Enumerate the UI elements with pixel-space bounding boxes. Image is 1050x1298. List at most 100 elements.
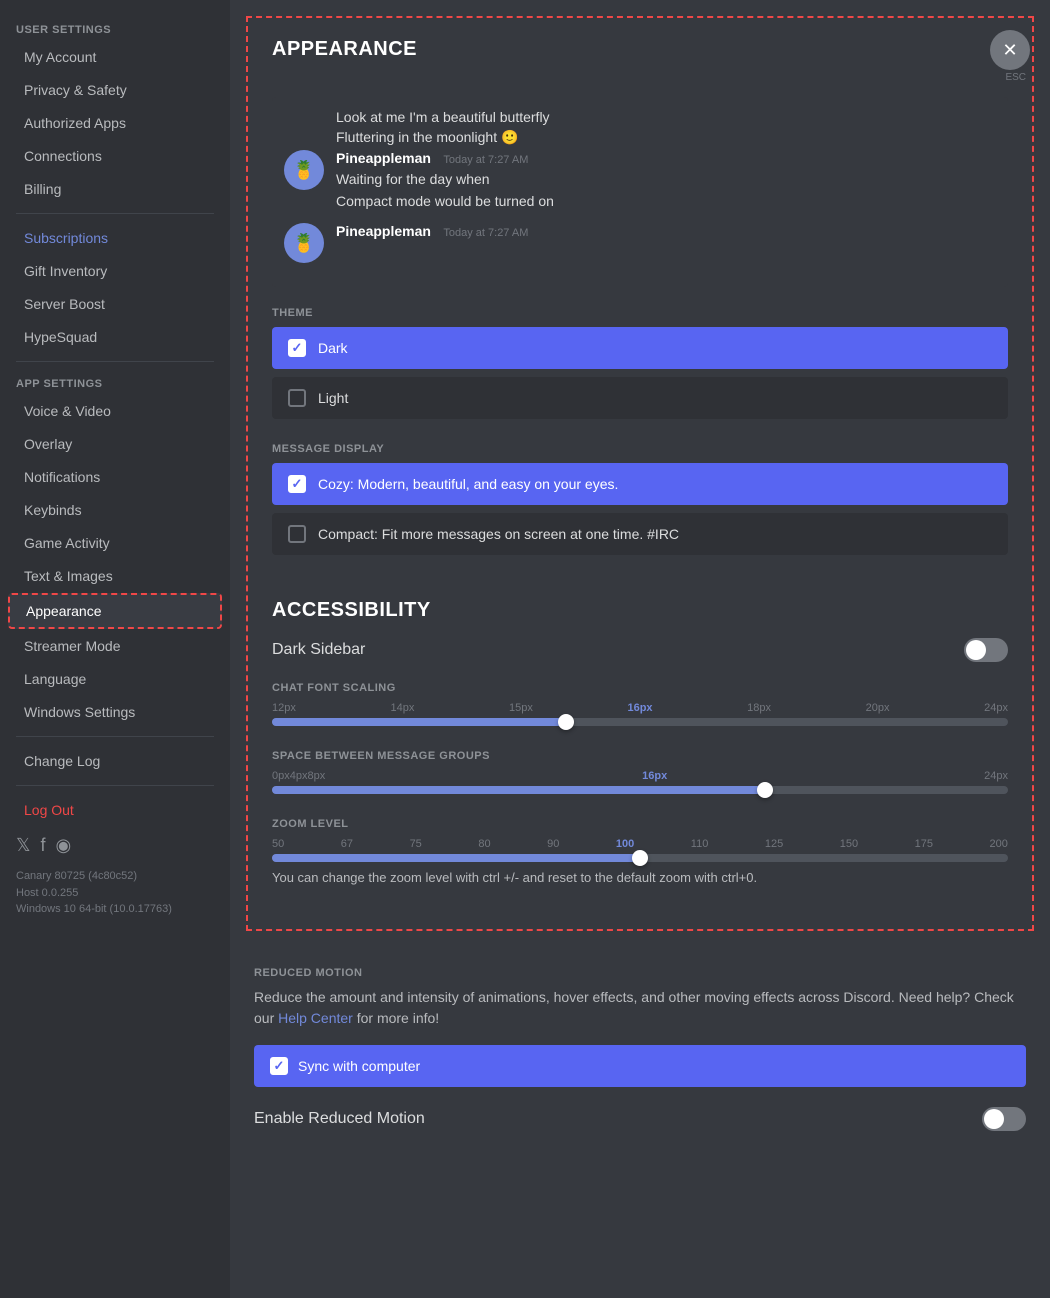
message-text-continuation-1: Look at me I'm a beautiful butterfly [284,109,996,125]
sidebar-item-language[interactable]: Language [8,663,222,695]
sidebar-divider-3 [16,736,214,737]
dark-sidebar-toggle-knob [966,640,986,660]
space-between-slider-fill [272,786,765,794]
space-between-label: SPACE BETWEEN MESSAGE GROUPS [272,750,1008,762]
enable-reduced-motion-row: Enable Reduced Motion [254,1107,1026,1131]
sidebar-item-gift-inventory[interactable]: Gift Inventory [8,255,222,287]
instagram-icon[interactable]: ◉ [56,835,72,856]
zoom-ticks-labels: 50 67 75 80 90 100 110 125 150 175 200 [272,838,1008,850]
theme-light-label: Light [318,390,348,406]
display-cozy[interactable]: Cozy: Modern, beautiful, and easy on you… [272,463,1008,505]
display-options: Cozy: Modern, beautiful, and easy on you… [272,463,1008,555]
display-cozy-label: Cozy: Modern, beautiful, and easy on you… [318,476,618,492]
message-display-label: MESSAGE DISPLAY [272,443,1008,455]
sidebar-item-server-boost[interactable]: Server Boost [8,288,222,320]
theme-dark-checkbox [288,339,306,357]
space-between-section: SPACE BETWEEN MESSAGE GROUPS 0px 4px 8px… [272,750,1008,794]
sidebar-item-log-out[interactable]: Log Out [8,794,222,826]
esc-button[interactable]: ✕ [990,30,1030,70]
sidebar-item-game-activity[interactable]: Game Activity [8,527,222,559]
reduced-motion-desc: Reduce the amount and intensity of anima… [254,987,1026,1029]
theme-light-checkbox [288,389,306,407]
chat-font-slider-thumb[interactable] [558,714,574,730]
sidebar-item-change-log[interactable]: Change Log [8,745,222,777]
version-info: Canary 80725 (4c80c52) Host 0.0.255 Wind… [0,864,230,922]
esc-label: ESC [1005,72,1026,83]
message-author-1: Pineappleman [336,150,431,166]
sidebar-item-streamer-mode[interactable]: Streamer Mode [8,630,222,662]
avatar-1: 🍍 [284,150,324,190]
main-content: ✕ ESC APPEARANCE Look at me I'm a beauti… [230,0,1050,1298]
message-timestamp-1: Today at 7:27 AM [443,154,528,166]
sidebar-item-appearance[interactable]: Appearance [8,593,222,629]
sidebar-item-connections[interactable]: Connections [8,140,222,172]
chat-font-label: CHAT FONT SCALING [272,682,1008,694]
message-author-2: Pineappleman [336,223,431,239]
sync-checkbox [270,1057,288,1075]
enable-reduced-toggle[interactable] [982,1107,1026,1131]
sidebar-item-privacy-safety[interactable]: Privacy & Safety [8,74,222,106]
appearance-highlighted-section: APPEARANCE Look at me I'm a beautiful bu… [246,16,1034,931]
display-compact[interactable]: Compact: Fit more messages on screen at … [272,513,1008,555]
sync-label: Sync with computer [298,1058,420,1074]
message-item-2: 🍍 Pineappleman Today at 7:27 AM [284,223,996,263]
zoom-slider-track[interactable] [272,854,1008,862]
message-text-1b: Compact mode would be turned on [336,192,996,212]
theme-dark-label: Dark [318,340,348,356]
sidebar: USER SETTINGS My Account Privacy & Safet… [0,0,230,1298]
space-between-ticks-labels: 0px 4px 8px 16px 24px [272,770,1008,782]
theme-label: THEME [272,307,1008,319]
reduced-motion-section: REDUCED MOTION Reduce the amount and int… [230,947,1050,1151]
theme-light[interactable]: Light [272,377,1008,419]
sidebar-item-notifications[interactable]: Notifications [8,461,222,493]
sidebar-item-hypesquad[interactable]: HypeSquad [8,321,222,353]
zoom-hint: You can change the zoom level with ctrl … [272,870,1008,885]
zoom-slider-fill [272,854,640,862]
accessibility-heading: ACCESSIBILITY [272,599,1008,622]
enable-reduced-label: Enable Reduced Motion [254,1110,425,1128]
chat-font-scaling-section: CHAT FONT SCALING 12px 14px 15px 16px 18… [272,682,1008,726]
message-timestamp-2: Today at 7:27 AM [443,227,528,239]
message-preview: Look at me I'm a beautiful butterfly Flu… [272,97,1008,287]
avatar-2: 🍍 [284,223,324,263]
display-cozy-checkbox [288,475,306,493]
message-content-1: Pineappleman Today at 7:27 AM Waiting fo… [336,150,996,211]
space-between-slider-track[interactable] [272,786,1008,794]
zoom-slider-thumb[interactable] [632,850,648,866]
message-text-1: Waiting for the day when [336,170,996,190]
social-links: 𝕏 f ◉ [0,827,230,864]
message-content-2: Pineappleman Today at 7:27 AM [336,223,996,263]
app-settings-label: APP SETTINGS [0,370,230,394]
sidebar-item-keybinds[interactable]: Keybinds [8,494,222,526]
message-preview-area: Look at me I'm a beautiful butterfly Flu… [248,77,1032,599]
facebook-icon[interactable]: f [41,835,46,856]
help-center-link[interactable]: Help Center [278,1010,353,1026]
sidebar-item-billing[interactable]: Billing [8,173,222,205]
chat-font-slider-fill [272,718,566,726]
sidebar-item-voice-video[interactable]: Voice & Video [8,395,222,427]
appearance-heading: APPEARANCE [248,18,1032,77]
sidebar-item-subscriptions[interactable]: Subscriptions [8,222,222,254]
message-text-continuation-2: Fluttering in the moonlight 🙂 [284,129,996,146]
zoom-level-label: ZOOM LEVEL [272,818,1008,830]
sidebar-item-my-account[interactable]: My Account [8,41,222,73]
theme-dark[interactable]: Dark [272,327,1008,369]
sidebar-item-text-images[interactable]: Text & Images [8,560,222,592]
twitter-icon[interactable]: 𝕏 [16,835,31,856]
sidebar-item-windows-settings[interactable]: Windows Settings [8,696,222,728]
space-between-slider-thumb[interactable] [757,782,773,798]
reduced-motion-heading: REDUCED MOTION [254,967,1026,979]
sidebar-item-overlay[interactable]: Overlay [8,428,222,460]
dark-sidebar-label: Dark Sidebar [272,641,365,659]
user-settings-label: USER SETTINGS [0,16,230,40]
dark-sidebar-toggle[interactable] [964,638,1008,662]
sidebar-item-authorized-apps[interactable]: Authorized Apps [8,107,222,139]
theme-options: Dark Light [272,327,1008,419]
close-icon: ✕ [1002,41,1017,59]
chat-font-slider-track[interactable] [272,718,1008,726]
sidebar-divider-4 [16,785,214,786]
display-compact-label: Compact: Fit more messages on screen at … [318,526,679,542]
sidebar-divider-1 [16,213,214,214]
sync-with-computer-row[interactable]: Sync with computer [254,1045,1026,1087]
sidebar-divider-2 [16,361,214,362]
